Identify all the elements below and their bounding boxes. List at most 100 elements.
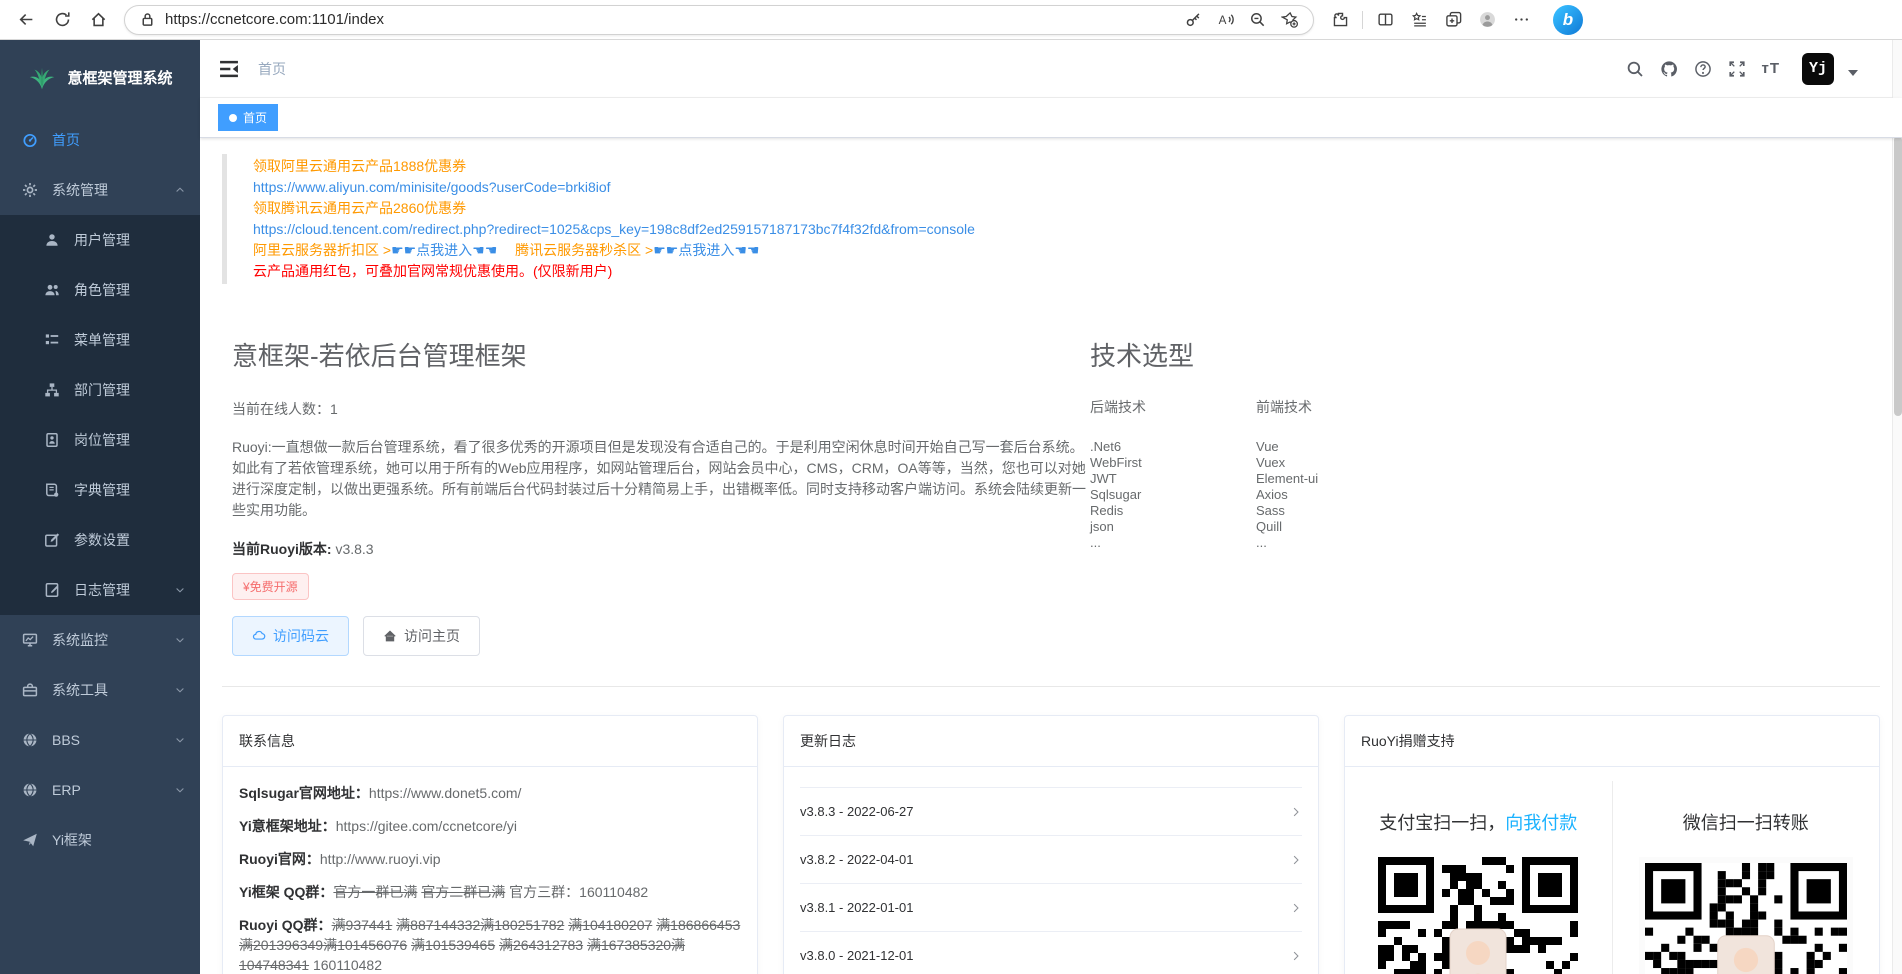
svg-text:A: A — [1218, 14, 1226, 27]
visit-home-button[interactable]: 访问主页 — [363, 616, 480, 656]
scrollbar-thumb[interactable] — [1894, 136, 1902, 416]
changelog-item-v3.8.3[interactable]: v3.8.3 - 2022-06-27 — [800, 788, 1302, 836]
sidebar-item-字典管理[interactable]: 字典管理 — [0, 465, 200, 515]
app-logo[interactable]: 意框架管理系统 — [0, 40, 200, 115]
chevron-down-icon — [174, 584, 186, 596]
contact-line: Yi意框架地址：https://gitee.com/ccnetcore/yi — [239, 816, 741, 836]
notice-link[interactable]: https://www.aliyun.com/minisite/goods?us… — [253, 179, 611, 195]
sidebar-item-系统管理[interactable]: 系统管理 — [0, 165, 200, 215]
contact-card-title: 联系信息 — [223, 716, 757, 767]
sidebar-item-label: BBS — [52, 732, 174, 748]
top-navbar: 首页 тT Yj — [200, 40, 1902, 98]
favorites-add-icon[interactable] — [1275, 5, 1303, 35]
sidebar-item-系统工具[interactable]: 系统工具 — [0, 665, 200, 715]
sidebar-toggle-icon[interactable] — [218, 58, 240, 80]
page-scrollbar[interactable] — [1892, 40, 1902, 974]
changelog-item-v3.8.1[interactable]: v3.8.1 - 2022-01-01 — [800, 884, 1302, 932]
notice-link[interactable]: ☛☛点我进入☚☚ — [391, 242, 497, 258]
sidebar-item-日志管理[interactable]: 日志管理 — [0, 565, 200, 615]
sidebar-item-Yi框架[interactable]: Yi框架 — [0, 815, 200, 865]
avatar-caret-icon[interactable] — [1848, 70, 1858, 76]
sidebar-item-label: ERP — [52, 782, 174, 798]
chevron-right-icon — [1290, 854, 1302, 866]
changelog-item-label: v3.8.3 - 2022-06-27 — [800, 804, 913, 819]
font-size-icon[interactable]: тT — [1761, 60, 1780, 77]
read-aloud-icon[interactable]: A — [1211, 5, 1239, 35]
chevron-right-icon — [1290, 902, 1302, 914]
notice-line: 领取腾讯云通用云产品2860优惠券 — [253, 198, 1880, 219]
gear-icon — [22, 182, 38, 198]
extensions-icon[interactable] — [1324, 5, 1356, 35]
frontend-tech-list: VueVuexElement-uiAxiosSassQuill... — [1256, 439, 1318, 551]
sidebar-item-ERP[interactable]: ERP — [0, 765, 200, 815]
alipay-pay-link[interactable]: 向我付款 — [1505, 813, 1577, 833]
chevron-down-icon — [174, 634, 186, 646]
navbar-actions: тT Yj — [1625, 53, 1884, 85]
tab-copy-icon[interactable] — [1437, 5, 1469, 35]
app-window: 意框架管理系统 首页系统管理用户管理角色管理菜单管理部门管理岗位管理字典管理参数… — [0, 40, 1902, 974]
lock-icon[interactable] — [137, 5, 157, 35]
sidebar-item-系统监控[interactable]: 系统监控 — [0, 615, 200, 665]
notice-line: https://www.aliyun.com/minisite/goods?us… — [253, 177, 1880, 198]
fullscreen-icon[interactable] — [1727, 59, 1747, 79]
sidebar-item-BBS[interactable]: BBS — [0, 715, 200, 765]
backend-title: 后端技术 — [1090, 397, 1146, 417]
more-menu-icon[interactable] — [1505, 5, 1537, 35]
sidebar-item-首页[interactable]: 首页 — [0, 115, 200, 165]
collections-icon[interactable] — [1403, 5, 1435, 35]
log-icon — [44, 582, 60, 598]
tech-item: Vue — [1256, 439, 1318, 455]
changelog-item-v3.8.2[interactable]: v3.8.2 - 2022-04-01 — [800, 836, 1302, 884]
globe-icon — [22, 732, 38, 748]
frontend-title: 前端技术 — [1256, 397, 1318, 417]
notice-link[interactable]: https://cloud.tencent.com/redirect.php?r… — [253, 221, 975, 237]
search-icon[interactable] — [1625, 59, 1645, 79]
visit-gitee-button[interactable]: 访问码云 — [232, 616, 349, 656]
sidebar-item-label: 字典管理 — [74, 480, 186, 500]
url-text[interactable]: https://ccnetcore.com:1101/index — [165, 11, 1171, 28]
github-icon[interactable] — [1659, 59, 1679, 79]
zoom-out-icon[interactable] — [1243, 5, 1271, 35]
tag-home[interactable]: 首页 — [218, 104, 278, 131]
contact-value: 160110482 — [309, 957, 382, 973]
wechat-column: 微信扫一扫转账 — [1612, 781, 1880, 974]
breadcrumb[interactable]: 首页 — [258, 59, 286, 79]
sidebar-item-岗位管理[interactable]: 岗位管理 — [0, 415, 200, 465]
wechat-caption: 微信扫一扫转账 — [1683, 809, 1809, 835]
sidebar-item-菜单管理[interactable]: 菜单管理 — [0, 315, 200, 365]
notice-link[interactable]: ☛☛点我进入☚☚ — [653, 242, 759, 258]
tech-item: JWT — [1090, 471, 1146, 487]
sidebar-item-label: Yi框架 — [52, 830, 186, 850]
chevron-down-icon — [174, 734, 186, 746]
help-icon[interactable] — [1693, 59, 1713, 79]
split-screen-icon[interactable] — [1369, 5, 1401, 35]
version-label: 当前Ruoyi版本: — [232, 541, 332, 557]
visit-gitee-label: 访问码云 — [273, 626, 329, 646]
bing-chat-icon[interactable]: b — [1553, 5, 1583, 35]
notice-text: 云产品通用红包，可叠加官网常规优惠使用。(仅限新用户) — [253, 263, 612, 279]
sidebar-item-label: 系统监控 — [52, 630, 174, 650]
alipay-column: 支付宝扫一扫，向我付款 — [1345, 781, 1612, 974]
intro-section: 意框架-若依后台管理框架 当前在线人数：1 Ruoyi:一直想做一款后台管理系统… — [222, 336, 1880, 656]
contact-line: Yi框架 QQ群：官方一群已满 官方二群已满 官方三群：160110482 — [239, 882, 741, 902]
home-icon[interactable] — [82, 5, 114, 35]
profile-avatar-icon[interactable] — [1471, 5, 1503, 35]
version-value: v3.8.3 — [335, 541, 373, 557]
alipay-qr-code — [1378, 857, 1578, 974]
page-title: 意框架-若依后台管理框架 — [232, 336, 1088, 373]
notice-text: 阿里云服务器折扣区 > — [253, 242, 391, 258]
user-avatar[interactable]: Yj — [1802, 53, 1834, 85]
sidebar-item-部门管理[interactable]: 部门管理 — [0, 365, 200, 415]
sidebar-item-参数设置[interactable]: 参数设置 — [0, 515, 200, 565]
password-key-icon[interactable] — [1179, 5, 1207, 35]
tech-item: Quill — [1256, 519, 1318, 535]
sidebar-item-label: 菜单管理 — [74, 330, 186, 350]
refresh-icon[interactable] — [46, 5, 78, 35]
changelog-item-v3.8.0[interactable]: v3.8.0 - 2021-12-01 — [800, 932, 1302, 974]
sidebar-item-角色管理[interactable]: 角色管理 — [0, 265, 200, 315]
user-icon — [44, 232, 60, 248]
back-icon[interactable] — [10, 5, 42, 35]
address-bar[interactable]: https://ccnetcore.com:1101/index A — [124, 5, 1314, 35]
sidebar-item-label: 系统工具 — [52, 680, 174, 700]
sidebar-item-用户管理[interactable]: 用户管理 — [0, 215, 200, 265]
